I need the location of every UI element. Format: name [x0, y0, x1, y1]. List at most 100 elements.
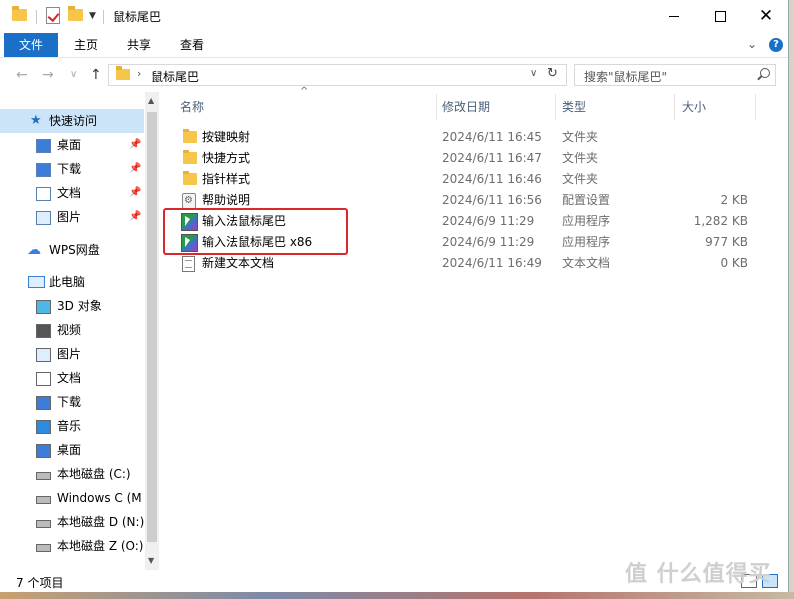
- sidebar-item-wps[interactable]: ☁ WPS网盘: [0, 238, 144, 262]
- expand-ribbon-chevron-icon[interactable]: ⌄: [747, 37, 757, 51]
- column-divider[interactable]: [674, 94, 675, 120]
- cloud-icon: ☁: [27, 242, 41, 258]
- folder-icon: [183, 171, 197, 185]
- item-count: 7 个项目: [16, 576, 64, 590]
- ribbon-tabs: 文件 主页 共享 查看 ⌄ ?: [0, 33, 788, 58]
- sidebar-item-pc-9[interactable]: 本地磁盘 D (N:): [0, 510, 144, 534]
- properties-icon[interactable]: [46, 7, 60, 24]
- sidebar-item-label: 文档: [57, 186, 82, 200]
- search-input[interactable]: 搜索"鼠标尾巴": [574, 64, 776, 86]
- maximize-button[interactable]: [697, 0, 743, 32]
- column-divider[interactable]: [755, 94, 756, 120]
- download-icon: [36, 396, 51, 410]
- file-date: 2024/6/11 16:46: [442, 172, 542, 186]
- table-row[interactable]: 按键映射 2024/6/11 16:45 文件夹: [178, 127, 768, 148]
- sidebar-item-this-pc[interactable]: 此电脑: [0, 270, 144, 294]
- sidebar-item-pc-2[interactable]: 图片: [0, 342, 144, 366]
- minimize-button[interactable]: [651, 0, 697, 32]
- help-icon[interactable]: ?: [769, 38, 783, 52]
- sidebar-item-document[interactable]: 文档 📌: [0, 181, 144, 205]
- scroll-down-arrow-icon[interactable]: ▼: [148, 556, 154, 565]
- file-type: 应用程序: [562, 214, 611, 228]
- content-scrollbar[interactable]: [772, 92, 788, 570]
- sidebar-item-pc-10[interactable]: 本地磁盘 Z (O:): [0, 534, 144, 558]
- scrollbar-thumb[interactable]: [147, 112, 157, 542]
- back-button[interactable]: ←: [16, 67, 28, 83]
- file-size: 1,282 KB: [693, 214, 748, 228]
- sidebar-item-label: 视频: [57, 323, 82, 337]
- explorer-window: ▼ 鼠标尾巴 ✕ 文件 主页 共享 查看 ⌄ ? ← → ∨ ↑ › 鼠标尾巴 …: [0, 0, 789, 593]
- drive-icon: [36, 520, 51, 528]
- address-dropdown-icon[interactable]: ∨: [530, 68, 537, 79]
- new-folder-icon[interactable]: [68, 6, 83, 21]
- desktop-background: [0, 592, 794, 599]
- column-header-date[interactable]: 修改日期: [442, 92, 490, 122]
- table-row[interactable]: 新建文本文档 2024/6/11 16:49 文本文档 0 KB: [178, 253, 768, 274]
- customize-quick-access-dropdown[interactable]: ▼: [89, 11, 96, 21]
- divider: [103, 10, 104, 24]
- sidebar-item-label: 下载: [57, 162, 82, 176]
- sidebar-item-label: 快速访问: [49, 114, 98, 128]
- column-divider[interactable]: [436, 94, 437, 120]
- sidebar-item-label: 本地磁盘 D (N:): [57, 515, 144, 529]
- tab-share[interactable]: 共享: [127, 33, 151, 57]
- sidebar-item-desktop[interactable]: 桌面 📌: [0, 133, 144, 157]
- sidebar-item-download[interactable]: 下载 📌: [0, 157, 144, 181]
- drive-icon: [36, 544, 51, 552]
- tab-view[interactable]: 查看: [180, 33, 204, 57]
- recent-locations-dropdown[interactable]: ∨: [70, 69, 77, 80]
- up-button[interactable]: ↑: [90, 67, 102, 83]
- music-icon: [36, 420, 51, 434]
- address-bar[interactable]: › 鼠标尾巴: [108, 64, 567, 86]
- folder-icon: [183, 129, 197, 143]
- forward-button[interactable]: →: [42, 67, 54, 83]
- file-type: 应用程序: [562, 235, 611, 249]
- file-date: 2024/6/9 11:29: [442, 235, 535, 249]
- column-header-type[interactable]: 类型: [562, 92, 586, 122]
- sidebar-item-pc-4[interactable]: 下载: [0, 390, 144, 414]
- column-header-name[interactable]: 名称: [180, 92, 204, 122]
- sidebar-item-label: 此电脑: [49, 275, 86, 289]
- tab-home[interactable]: 主页: [74, 33, 98, 57]
- sidebar-scrollbar[interactable]: ▲ ▼: [145, 92, 159, 570]
- sidebar-item-pc-8[interactable]: Windows C (M: [0, 486, 144, 510]
- document-icon: [36, 187, 51, 201]
- refresh-icon[interactable]: ↻: [547, 66, 558, 81]
- breadcrumb-current[interactable]: 鼠标尾巴: [151, 68, 199, 85]
- tab-file[interactable]: 文件: [4, 33, 58, 57]
- column-header-size[interactable]: 大小: [682, 92, 706, 122]
- sidebar-item-pc-7[interactable]: 本地磁盘 (C:): [0, 462, 144, 486]
- sidebar-item-quick-access[interactable]: ★ 快速访问: [0, 109, 144, 133]
- sidebar-item-label: 文档: [57, 371, 82, 385]
- sidebar-item-pc-3[interactable]: 文档: [0, 366, 144, 390]
- file-size: 977 KB: [705, 235, 748, 249]
- drive-icon: [36, 472, 51, 480]
- scroll-up-arrow-icon[interactable]: ▲: [148, 96, 154, 105]
- file-name: 按键映射: [202, 130, 251, 144]
- file-type: 文件夹: [562, 130, 599, 144]
- sidebar-item-pc-1[interactable]: 视频: [0, 318, 144, 342]
- navigation-pane: ★ 快速访问 桌面 📌 下载 📌 文档 📌 图片 📌 ☁ WPS网盘 此电脑 3D 对象 视频图…: [0, 92, 160, 570]
- sidebar-item-pc-5[interactable]: 音乐: [0, 414, 144, 438]
- sidebar-item-label: 本地磁盘 Z (O:): [57, 539, 144, 553]
- table-row[interactable]: 快捷方式 2024/6/11 16:47 文件夹: [178, 148, 768, 169]
- file-date: 2024/6/9 11:29: [442, 214, 535, 228]
- search-icon[interactable]: [760, 68, 770, 78]
- file-date: 2024/6/11 16:45: [442, 130, 542, 144]
- pin-icon: 📌: [129, 163, 142, 174]
- close-button[interactable]: ✕: [743, 0, 789, 32]
- column-divider[interactable]: [555, 94, 556, 120]
- divider: [36, 10, 37, 24]
- sidebar-item-picture[interactable]: 图片 📌: [0, 205, 144, 229]
- folder-icon: [116, 66, 130, 80]
- sidebar-item-pc-0[interactable]: 3D 对象: [0, 294, 144, 318]
- breadcrumb-separator[interactable]: ›: [137, 67, 141, 80]
- sidebar-item-label: Windows C (M: [57, 491, 142, 505]
- sidebar-item-pc-6[interactable]: 桌面: [0, 438, 144, 462]
- pin-icon: 📌: [129, 187, 142, 198]
- desktop-icon: [36, 139, 51, 153]
- file-size: 0 KB: [720, 256, 748, 270]
- sidebar-item-label: 3D 对象: [57, 299, 102, 313]
- table-row[interactable]: 指针样式 2024/6/11 16:46 文件夹: [178, 169, 768, 190]
- file-size: 2 KB: [720, 193, 748, 207]
